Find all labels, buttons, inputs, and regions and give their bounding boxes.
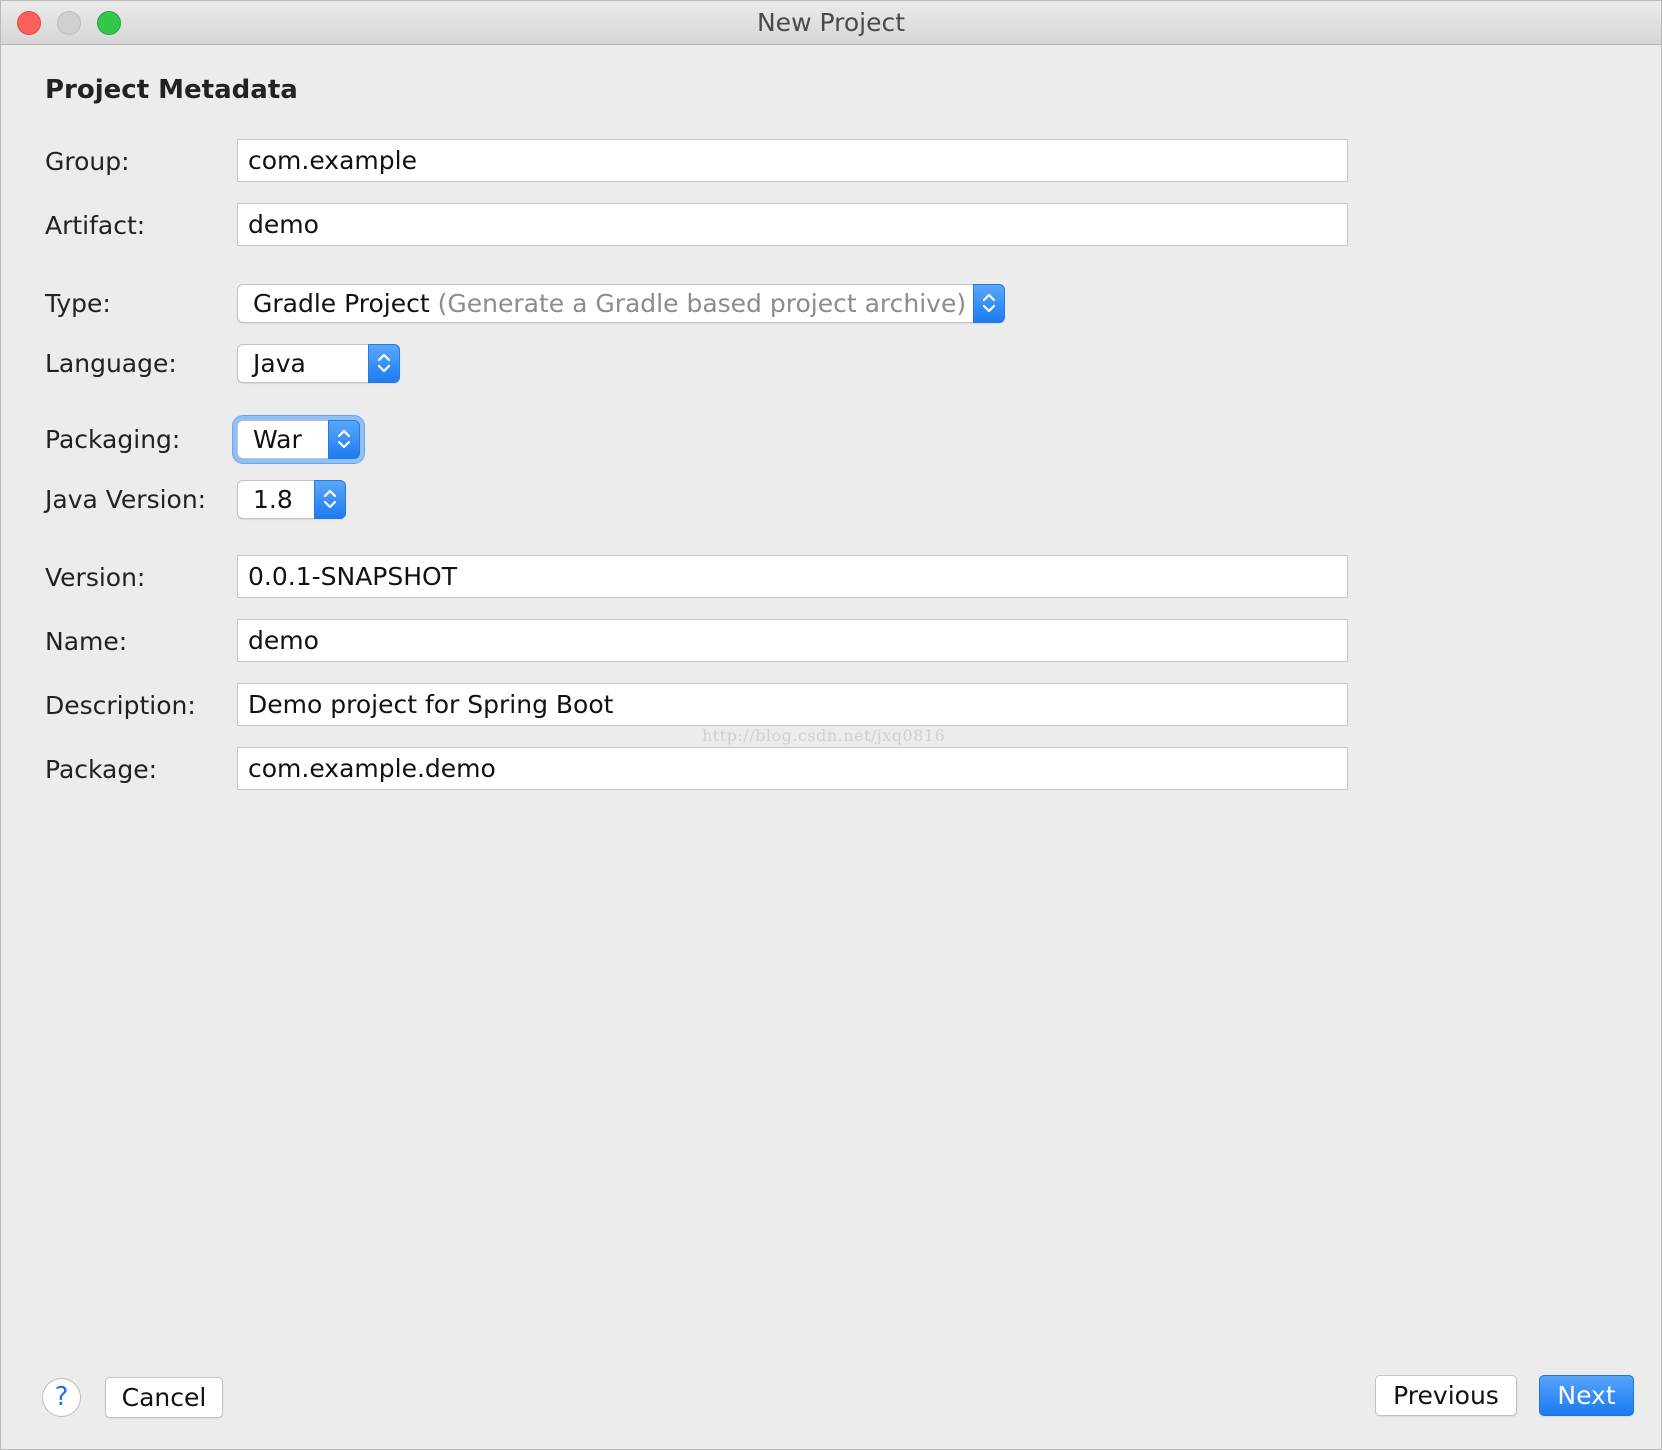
up-down-chevron-icon <box>973 284 1005 323</box>
artifact-label: Artifact: <box>45 211 146 240</box>
java-version-label: Java Version: <box>45 485 207 514</box>
section-title: Project Metadata <box>45 75 298 105</box>
up-down-chevron-icon <box>314 480 346 519</box>
language-select-value: Java <box>253 349 306 378</box>
language-select[interactable]: Java <box>237 344 400 383</box>
packaging-select[interactable]: War <box>237 420 360 459</box>
description-field[interactable] <box>237 683 1348 726</box>
type-label: Type: <box>45 289 111 318</box>
new-project-window: New Project Project Metadata Group: Arti… <box>0 0 1662 1450</box>
up-down-chevron-icon <box>328 420 360 459</box>
version-label: Version: <box>45 563 146 592</box>
packaging-label: Packaging: <box>45 425 181 454</box>
group-field[interactable] <box>237 139 1348 182</box>
package-label: Package: <box>45 755 158 784</box>
type-select-value: Gradle Project <box>253 289 430 318</box>
window-title: New Project <box>756 8 905 37</box>
previous-button[interactable]: Previous <box>1375 1375 1517 1416</box>
artifact-field[interactable] <box>237 203 1348 246</box>
package-field[interactable] <box>237 747 1348 790</box>
group-label: Group: <box>45 147 130 176</box>
cancel-button[interactable]: Cancel <box>105 1377 223 1418</box>
java-version-select[interactable]: 1.8 <box>237 480 346 519</box>
help-icon[interactable]: ? <box>42 1378 81 1417</box>
up-down-chevron-icon <box>368 344 400 383</box>
name-label: Name: <box>45 627 128 656</box>
packaging-select-value: War <box>253 425 302 454</box>
type-select[interactable]: Gradle Project (Generate a Gradle based … <box>237 284 1005 323</box>
title-bar[interactable]: New Project <box>1 1 1661 45</box>
next-button[interactable]: Next <box>1539 1375 1634 1416</box>
language-label: Language: <box>45 349 177 378</box>
description-label: Description: <box>45 691 196 720</box>
name-field[interactable] <box>237 619 1348 662</box>
version-field[interactable] <box>237 555 1348 598</box>
watermark: http://blog.csdn.net/jxq0816 <box>702 726 946 745</box>
java-version-select-value: 1.8 <box>253 485 293 514</box>
type-select-hint: (Generate a Gradle based project archive… <box>437 289 967 318</box>
